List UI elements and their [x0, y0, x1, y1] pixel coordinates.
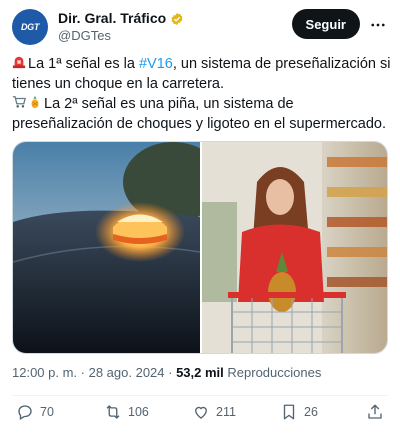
- more-horizontal-icon[interactable]: [368, 15, 388, 35]
- meta-separator-2: ·: [164, 365, 177, 380]
- tweet-text: La 1ª señal es la #V16, un sistema de pr…: [12, 54, 392, 134]
- reply-button[interactable]: 70: [16, 403, 54, 421]
- pineapple-icon: [31, 95, 39, 109]
- views-count: 53,2 mil: [176, 365, 224, 380]
- author-name-text: Dir. Gral. Tráfico: [58, 10, 167, 26]
- author-display-name[interactable]: Dir. Gral. Tráfico: [58, 10, 184, 27]
- meta-separator: ·: [77, 365, 89, 380]
- tweet-media[interactable]: [12, 141, 388, 354]
- bookmark-button[interactable]: 26: [280, 403, 318, 421]
- v16-beacon-image[interactable]: [13, 142, 200, 354]
- author-info: Dir. Gral. Tráfico @DGTes: [58, 10, 184, 44]
- avatar-logo-text: DGT: [20, 22, 40, 32]
- gold-verified-icon: [171, 12, 183, 25]
- author-handle[interactable]: @DGTes: [58, 28, 184, 44]
- reply-icon: [18, 405, 32, 420]
- follow-button[interactable]: Seguir: [291, 9, 360, 39]
- tweet-time[interactable]: 12:00 p. m.: [12, 365, 77, 380]
- divider: [12, 395, 388, 396]
- rotating-light-icon: [12, 56, 26, 69]
- tweet-date[interactable]: 28 ago. 2024: [89, 365, 165, 380]
- tweet-meta: 12:00 p. m. · 28 ago. 2024 · 53,2 mil Re…: [12, 365, 321, 380]
- tweet-line-2-text: La 2ª señal es una piña, un sistema de p…: [12, 96, 387, 132]
- bookmark-count: 26: [304, 405, 318, 419]
- share-button[interactable]: [366, 403, 384, 421]
- share-icon: [368, 404, 382, 419]
- reply-count: 70: [40, 405, 54, 419]
- retweet-count: 106: [128, 405, 149, 419]
- hashtag-link[interactable]: #V16: [139, 56, 173, 72]
- tweet-line-1-text: La 1ª señal es la: [28, 56, 139, 72]
- avatar[interactable]: DGT: [12, 9, 48, 45]
- views-label: Reproducciones: [223, 365, 322, 380]
- heart-icon: [195, 406, 207, 419]
- like-count: 211: [216, 405, 236, 419]
- retweet-button[interactable]: 106: [104, 403, 149, 421]
- retweet-icon: [106, 405, 120, 419]
- supermarket-pineapple-image[interactable]: [202, 142, 388, 354]
- like-button[interactable]: 211: [192, 403, 236, 421]
- tweet-header: DGT Dir. Gral. Tráfico @DGTes Seguir: [12, 9, 388, 45]
- bookmark-icon: [283, 404, 295, 420]
- shopping-cart-icon: [12, 96, 26, 108]
- tweet-actions: 70 106 211 26: [12, 403, 388, 427]
- tweet-line-1: La 1ª señal es la #V16, un sistema de pr…: [12, 54, 392, 94]
- tweet-line-2: La 2ª señal es una piña, un sistema de p…: [12, 94, 392, 134]
